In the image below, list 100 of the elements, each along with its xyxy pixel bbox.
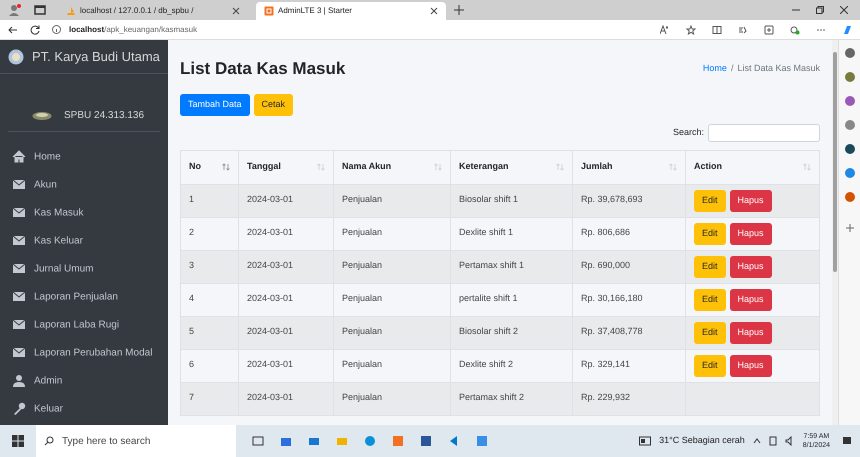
delete-button[interactable]: Hapus (730, 354, 772, 376)
envelope-icon (12, 318, 26, 332)
envelope-icon (12, 346, 26, 360)
app-icon[interactable] (844, 192, 854, 202)
close-icon[interactable] (232, 7, 240, 15)
task-view-icon[interactable] (252, 435, 264, 447)
print-button[interactable]: Cetak (254, 94, 294, 116)
breadcrumb-current: List Data Kas Masuk (737, 62, 820, 75)
tab-title: localhost / 127.0.0.1 / db_spbu / (80, 5, 194, 17)
table-cell: 6 (180, 349, 238, 382)
column-header[interactable]: Keterangan (450, 150, 572, 184)
sort-icon (803, 163, 811, 171)
search-field[interactable] (708, 124, 820, 142)
table-cell: 2024-03-01 (238, 283, 334, 316)
table-cell: Rp. 229,932 (572, 382, 686, 415)
column-header[interactable]: Action (686, 150, 820, 184)
table-cell: Penjualan (334, 316, 450, 349)
nav-item[interactable]: Laporan Laba Rugi (12, 312, 156, 338)
table-cell: Rp. 37,408,778 (572, 316, 686, 349)
browser-tab[interactable]: localhost / 127.0.0.1 / db_spbu / (58, 2, 248, 20)
delete-button[interactable]: Hapus (730, 322, 772, 344)
page-title: List Data Kas Masuk (180, 58, 346, 80)
collections-icon[interactable] (764, 24, 774, 34)
tab-actions-icon[interactable] (34, 4, 46, 16)
address-field[interactable]: localhost/apk_keuangan/kasmasuk (52, 24, 612, 36)
table-cell: 2024-03-01 (238, 349, 334, 382)
edit-button[interactable]: Edit (694, 354, 726, 376)
edit-button[interactable]: Edit (694, 288, 726, 310)
close-icon[interactable] (840, 6, 848, 14)
delete-button[interactable]: Hapus (730, 256, 772, 278)
app-icon[interactable] (844, 96, 854, 106)
nav-item[interactable]: Home (12, 144, 156, 170)
star-icon[interactable] (686, 24, 696, 34)
search-label: Search: (672, 126, 704, 139)
column-header[interactable]: No (180, 150, 238, 184)
browser-tab[interactable]: AdminLTE 3 | Starter (256, 2, 446, 20)
column-header[interactable]: Tanggal (238, 150, 334, 184)
table-cell: Rp. 30,166,180 (572, 283, 686, 316)
app-icon[interactable] (844, 144, 854, 154)
brand-text[interactable]: PT. Karya Budi Utama (32, 46, 160, 66)
envelope-icon (12, 206, 26, 220)
restore-icon[interactable] (816, 6, 824, 14)
table-cell: 1 (180, 184, 238, 217)
delete-button[interactable]: Hapus (730, 190, 772, 212)
column-header[interactable]: Jumlah (572, 150, 686, 184)
notification-icon[interactable] (842, 436, 852, 446)
table-cell: pertalite shift 1 (450, 283, 572, 316)
nav-item[interactable]: Laporan Penjualan (12, 284, 156, 310)
edit-button[interactable]: Edit (694, 322, 726, 344)
table-cell: 2024-03-01 (238, 316, 334, 349)
table-cell: Rp. 806,686 (572, 217, 686, 250)
table-cell: Dexlite shift 1 (450, 217, 572, 250)
edit-button[interactable]: Edit (694, 222, 726, 244)
table-cell: 3 (180, 250, 238, 283)
favorites-icon[interactable] (738, 24, 748, 34)
scrollbar[interactable] (832, 40, 838, 425)
logo-icon (8, 48, 24, 64)
weather-text[interactable]: 31°C Sebagian cerah (659, 434, 745, 448)
nav-item[interactable]: Keluar (12, 396, 156, 422)
split-icon[interactable] (712, 24, 722, 34)
edit-button[interactable]: Edit (694, 256, 726, 278)
add-icon[interactable] (846, 224, 854, 232)
table-cell: Rp. 690,000 (572, 250, 686, 283)
breadcrumb-separator: / (730, 62, 734, 75)
table-cell: 2024-03-01 (238, 184, 334, 217)
table-cell: Rp. 329,141 (572, 349, 686, 382)
read-aloud-icon[interactable] (660, 24, 670, 34)
nav-item[interactable]: Kas Masuk (12, 200, 156, 226)
column-header[interactable]: Nama Akun (334, 150, 450, 184)
back-icon[interactable] (8, 24, 18, 34)
table-cell: Penjualan (334, 184, 450, 217)
table-cell: 7 (180, 382, 238, 415)
app-icon[interactable] (844, 48, 854, 58)
table-cell: Penjualan (334, 217, 450, 250)
edit-button[interactable]: Edit (694, 190, 726, 212)
refresh-icon[interactable] (30, 24, 40, 34)
taskbar-search-field[interactable]: Type here to search (36, 425, 236, 457)
nav-item[interactable]: Admin (12, 368, 156, 394)
user-image (32, 111, 52, 121)
delete-button[interactable]: Hapus (730, 288, 772, 310)
chevron-up-icon[interactable] (752, 437, 761, 445)
sort-icon (317, 163, 325, 171)
nav-item[interactable]: Laporan Perubahan Modal (12, 340, 156, 366)
tab-title: AdminLTE 3 | Starter (278, 5, 353, 17)
user-name[interactable]: SPBU 24.313.136 (64, 108, 144, 123)
profile-icon[interactable] (8, 3, 22, 17)
key-icon (12, 402, 26, 416)
new-tab-icon[interactable] (454, 5, 464, 15)
windows-icon[interactable] (12, 435, 24, 447)
table-cell: Pertamax shift 2 (450, 382, 572, 415)
delete-button[interactable]: Hapus (730, 222, 772, 244)
close-icon[interactable] (430, 7, 438, 15)
sort-icon (669, 163, 677, 171)
nav-item[interactable]: Akun (12, 172, 156, 198)
nav-item[interactable]: Kas Keluar (12, 228, 156, 254)
add-button[interactable]: Tambah Data (180, 94, 250, 116)
breadcrumb-link[interactable]: Home (702, 62, 727, 76)
app-icon[interactable] (844, 72, 854, 82)
table-cell: 2024-03-01 (238, 217, 334, 250)
nav-item[interactable]: Jurnal Umum (12, 256, 156, 282)
